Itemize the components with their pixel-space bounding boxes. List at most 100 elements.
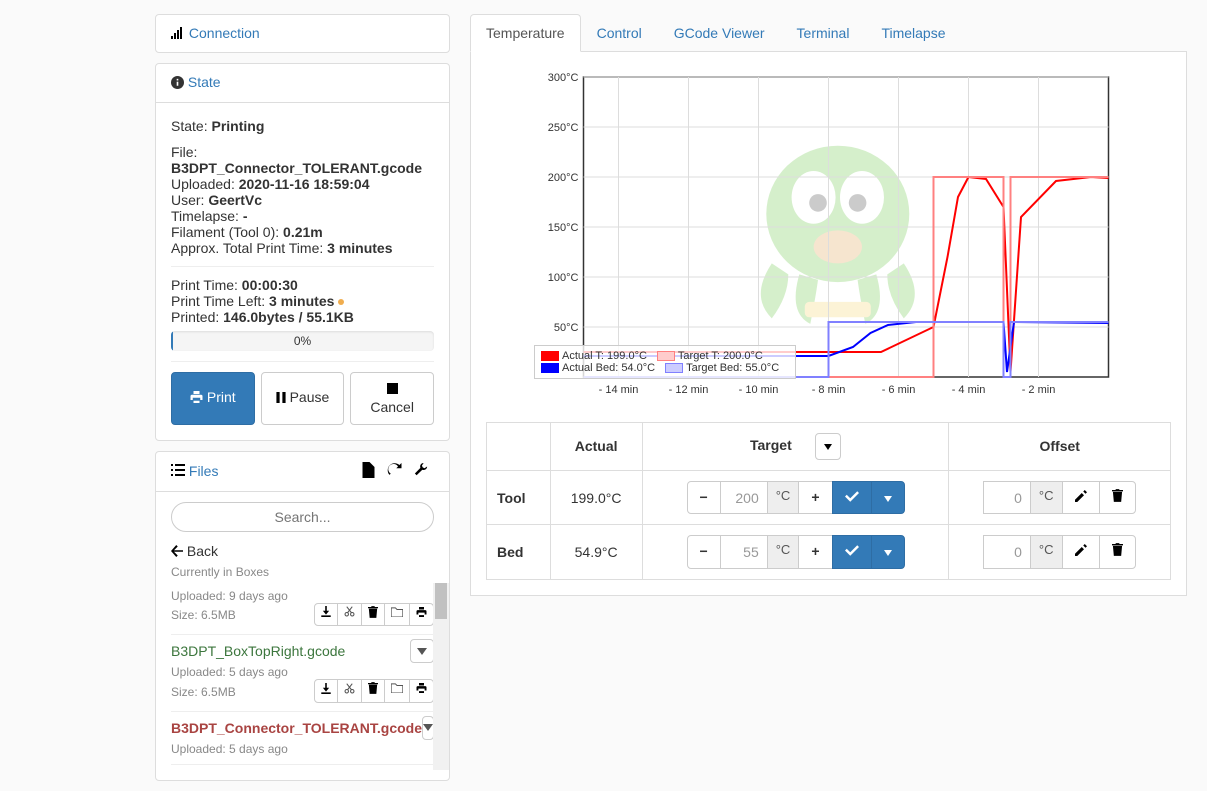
wrench-icon[interactable] bbox=[408, 463, 434, 480]
tab-bar: TemperatureControlGCode ViewerTerminalTi… bbox=[470, 14, 1187, 52]
cancel-button[interactable]: Cancel bbox=[350, 372, 434, 425]
temp-row: Tool 199.0°C − °C + °C bbox=[487, 470, 1171, 525]
unit-label: °C bbox=[767, 481, 800, 515]
file-entry: B3DPT_Connector_TOLERANT.gcodeUploaded: … bbox=[171, 712, 434, 765]
progress-bar: 0% bbox=[171, 331, 434, 351]
svg-text:- 12 min: - 12 min bbox=[669, 384, 709, 396]
tab-timelapse[interactable]: Timelapse bbox=[865, 14, 961, 52]
print-file-button[interactable] bbox=[409, 679, 434, 702]
svg-text:- 8 min: - 8 min bbox=[812, 384, 846, 396]
delete-button[interactable] bbox=[361, 679, 385, 702]
state-body: State: Printing File: B3DPT_Connector_TO… bbox=[156, 103, 449, 440]
target-presets-dropdown[interactable] bbox=[815, 433, 841, 460]
list-icon bbox=[171, 463, 185, 479]
file-name[interactable]: B3DPT_BoxTopRight.gcode bbox=[171, 643, 345, 659]
temperature-table: Actual Target Offset Tool 199.0°C bbox=[486, 422, 1171, 580]
print-button[interactable]: Print bbox=[171, 372, 255, 425]
svg-text:200°C: 200°C bbox=[548, 172, 579, 184]
target-set-button[interactable] bbox=[832, 481, 872, 515]
target-input[interactable] bbox=[720, 535, 768, 569]
back-button[interactable]: Back bbox=[171, 537, 434, 565]
tab-temperature: 50°C 100°C 150°C 200°C 250°C 300°C - 14 min - 1… bbox=[470, 52, 1187, 596]
svg-text:250°C: 250°C bbox=[548, 122, 579, 134]
files-title[interactable]: Files bbox=[189, 463, 219, 479]
signal-icon bbox=[171, 26, 185, 42]
files-panel: Files Back Currently bbox=[155, 451, 450, 781]
state-panel: State State: Printing File: B3DPT_Connec… bbox=[155, 63, 450, 440]
chart-legend: Actual T: 199.0°CTarget T: 200.0°CActual… bbox=[534, 345, 796, 379]
target-dropdown-button[interactable] bbox=[871, 481, 905, 515]
estimate-dot-icon bbox=[338, 299, 344, 305]
unit-label: °C bbox=[1030, 481, 1063, 515]
print-file-button[interactable] bbox=[409, 603, 434, 626]
download-button[interactable] bbox=[314, 679, 338, 702]
pause-button[interactable]: Pause bbox=[261, 372, 345, 425]
temp-row-label: Bed bbox=[487, 525, 551, 580]
search-input[interactable] bbox=[171, 502, 434, 532]
offset-edit-button[interactable] bbox=[1062, 535, 1100, 569]
offset-edit-button[interactable] bbox=[1062, 481, 1100, 515]
file-entry: B3DPT_BoxTopRight.gcodeUploaded: 5 days … bbox=[171, 635, 434, 711]
delete-button[interactable] bbox=[361, 603, 385, 626]
target-minus-button[interactable]: − bbox=[687, 481, 721, 515]
svg-text:- 6 min: - 6 min bbox=[882, 384, 916, 396]
tab-temperature[interactable]: Temperature bbox=[470, 14, 581, 52]
info-icon bbox=[171, 76, 184, 92]
target-minus-button[interactable]: − bbox=[687, 535, 721, 569]
target-plus-button[interactable]: + bbox=[798, 481, 832, 515]
file-name[interactable]: B3DPT_Connector_TOLERANT.gcode bbox=[171, 720, 422, 736]
temperature-chart: 50°C 100°C 150°C 200°C 250°C 300°C - 14 min - 1… bbox=[486, 67, 1171, 407]
unit-label: °C bbox=[767, 535, 800, 569]
download-button[interactable] bbox=[314, 603, 338, 626]
state-value: Printing bbox=[211, 118, 264, 134]
svg-text:- 14 min: - 14 min bbox=[599, 384, 639, 396]
svg-text:- 4 min: - 4 min bbox=[952, 384, 986, 396]
file-menu-toggle[interactable] bbox=[410, 639, 434, 663]
files-heading: Files bbox=[156, 452, 449, 492]
th-offset: Offset bbox=[949, 423, 1171, 471]
th-target: Target bbox=[642, 423, 949, 471]
scrollbar[interactable] bbox=[433, 583, 449, 770]
breadcrumb: Currently in Boxes bbox=[171, 565, 434, 583]
svg-text:- 10 min: - 10 min bbox=[739, 384, 779, 396]
state-heading[interactable]: State bbox=[156, 64, 449, 102]
offset-input[interactable] bbox=[983, 535, 1031, 569]
connection-title[interactable]: Connection bbox=[189, 25, 260, 41]
state-file: B3DPT_Connector_TOLERANT.gcode bbox=[171, 160, 434, 176]
unit-label: °C bbox=[1030, 535, 1063, 569]
target-dropdown-button[interactable] bbox=[871, 535, 905, 569]
main: TemperatureControlGCode ViewerTerminalTi… bbox=[470, 14, 1187, 791]
tab-control[interactable]: Control bbox=[581, 14, 658, 52]
svg-text:- 2 min: - 2 min bbox=[1022, 384, 1056, 396]
file-add-icon[interactable] bbox=[356, 462, 381, 481]
target-plus-button[interactable]: + bbox=[798, 535, 832, 569]
offset-input[interactable] bbox=[983, 481, 1031, 515]
file-entry: Uploaded: 9 days agoSize: 6.5MB bbox=[171, 583, 434, 635]
svg-text:300°C: 300°C bbox=[548, 72, 579, 84]
tab-gcode-viewer[interactable]: GCode Viewer bbox=[658, 14, 781, 52]
connection-panel: Connection bbox=[155, 14, 450, 53]
cut-button[interactable] bbox=[337, 679, 362, 702]
th-actual: Actual bbox=[550, 423, 642, 471]
temp-row: Bed 54.9°C − °C + °C bbox=[487, 525, 1171, 580]
offset-delete-button[interactable] bbox=[1099, 535, 1136, 569]
temp-actual: 54.9°C bbox=[550, 525, 642, 580]
refresh-icon[interactable] bbox=[381, 463, 408, 480]
tab-terminal[interactable]: Terminal bbox=[781, 14, 866, 52]
temp-row-label: Tool bbox=[487, 470, 551, 525]
svg-text:150°C: 150°C bbox=[548, 222, 579, 234]
folder-button[interactable] bbox=[384, 603, 410, 626]
offset-delete-button[interactable] bbox=[1099, 481, 1136, 515]
cut-button[interactable] bbox=[337, 603, 362, 626]
chevron-down-icon bbox=[824, 444, 832, 450]
files-list: Uploaded: 9 days agoSize: 6.5MB B3DPT_Bo… bbox=[156, 583, 449, 780]
target-input[interactable] bbox=[720, 481, 768, 515]
sidebar: Connection State State: Printing File: B… bbox=[155, 14, 450, 791]
svg-text:100°C: 100°C bbox=[548, 272, 579, 284]
folder-button[interactable] bbox=[384, 679, 410, 702]
temp-actual: 199.0°C bbox=[550, 470, 642, 525]
state-title[interactable]: State bbox=[188, 74, 221, 90]
target-set-button[interactable] bbox=[832, 535, 872, 569]
svg-text:50°C: 50°C bbox=[554, 322, 579, 334]
connection-heading[interactable]: Connection bbox=[156, 15, 449, 52]
